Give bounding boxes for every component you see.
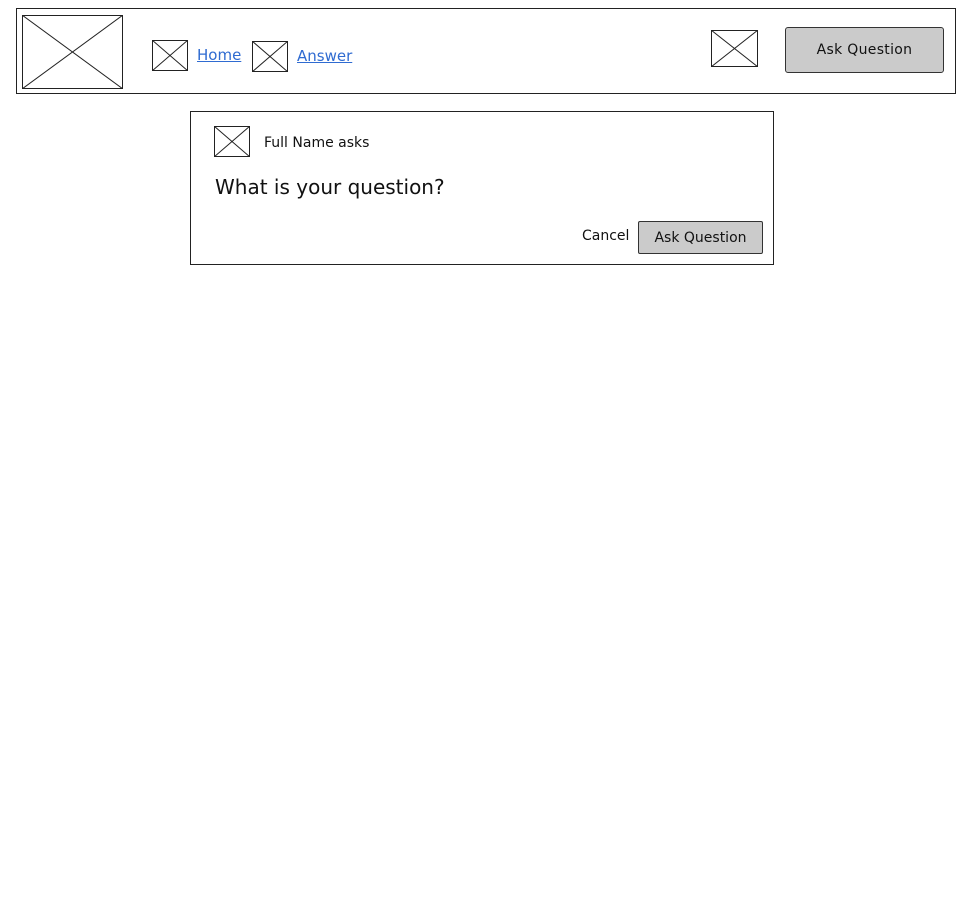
top-header-bar: Home Answer Ask Question [16, 8, 956, 94]
asker-name-label: Full Name asks [264, 135, 370, 151]
asker-avatar-icon [214, 126, 250, 157]
cancel-button[interactable]: Cancel [582, 227, 629, 245]
logo-placeholder-icon[interactable] [22, 15, 123, 89]
question-input[interactable] [215, 172, 745, 202]
nav-link-answer[interactable]: Answer [297, 47, 352, 65]
ask-question-panel: Full Name asks Cancel Ask Question [190, 111, 774, 265]
submit-question-button[interactable]: Ask Question [638, 221, 763, 254]
nav-link-home[interactable]: Home [197, 46, 241, 64]
home-nav-icon[interactable] [152, 40, 188, 71]
answer-nav-icon[interactable] [252, 41, 288, 72]
profile-avatar-icon[interactable] [711, 30, 758, 67]
header-ask-question-button[interactable]: Ask Question [785, 27, 944, 73]
